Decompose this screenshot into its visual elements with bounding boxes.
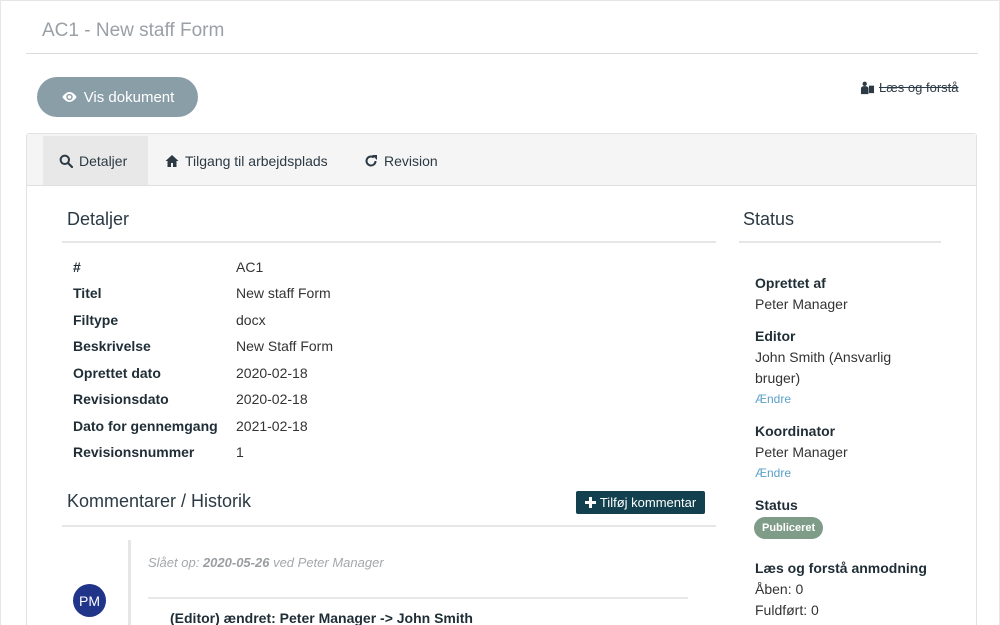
view-document-label: Vis dokument xyxy=(83,88,175,106)
search-icon xyxy=(59,154,73,168)
read-understand-link[interactable]: Læs og forstå xyxy=(860,80,959,95)
page-title: AC1 - New staff Form xyxy=(42,20,225,41)
detail-key: Revisionsnummer xyxy=(73,444,195,460)
detail-key: Revisionsdato xyxy=(73,391,169,407)
tab-revision-label: Revision xyxy=(384,152,438,169)
read-request-label: Læs og forstå anmodning xyxy=(755,560,927,576)
read-request-completed: Fuldført: 0 xyxy=(755,602,819,618)
timeline-line xyxy=(128,540,131,625)
status-divider xyxy=(739,241,941,243)
detail-value: 2020-02-18 xyxy=(236,365,308,381)
avatar: PM xyxy=(73,584,106,617)
add-comment-label: Tilføj kommentar xyxy=(599,495,697,510)
comments-heading: Kommentarer / Historik xyxy=(67,491,252,511)
detail-key: Titel xyxy=(73,285,102,301)
detail-value: New staff Form xyxy=(236,285,331,301)
read-request-open: Åben: 0 xyxy=(755,581,804,597)
comment-meta-suffix: ved Peter Manager xyxy=(273,555,384,570)
detail-value: AC1 xyxy=(236,259,264,275)
tab-workplace-access[interactable]: Tilgang til arbejdsplads xyxy=(149,136,344,185)
created-by-value: Peter Manager xyxy=(755,296,848,312)
editor-label: Editor xyxy=(755,328,796,344)
status-heading: Status xyxy=(743,209,795,229)
read-understand-label: Læs og forstå xyxy=(879,80,959,95)
coordinator-value: Peter Manager xyxy=(755,444,848,460)
editor-change-link[interactable]: Ændre xyxy=(755,392,791,406)
detail-key: Oprettet dato xyxy=(73,365,161,381)
detail-key: # xyxy=(73,259,81,275)
detail-row: Revisionsnummer 1 xyxy=(73,444,244,464)
tab-revision[interactable]: Revision xyxy=(348,136,454,185)
reader-icon xyxy=(860,81,875,94)
details-divider xyxy=(62,241,716,243)
detail-value: 2021-02-18 xyxy=(236,418,308,434)
detail-row: Revisionsdato 2020-02-18 xyxy=(73,391,308,411)
detail-row: Titel New staff Form xyxy=(73,285,331,305)
detail-value: docx xyxy=(236,312,266,328)
comments-divider xyxy=(62,525,716,527)
detail-row: Beskrivelse New Staff Form xyxy=(73,338,333,358)
home-icon xyxy=(165,154,179,167)
view-document-button[interactable]: Vis dokument xyxy=(37,77,198,117)
title-divider xyxy=(26,53,978,54)
detail-value: 1 xyxy=(236,444,244,460)
detail-key: Dato for gennemgang xyxy=(73,418,218,434)
detail-key: Filtype xyxy=(73,312,119,328)
comment-meta-prefix: Slået op: xyxy=(148,555,200,570)
add-comment-button[interactable]: Tilføj kommentar xyxy=(576,491,705,514)
details-heading: Detaljer xyxy=(67,209,130,229)
eye-icon xyxy=(62,92,77,102)
coordinator-label: Koordinator xyxy=(755,423,836,439)
detail-row: # AC1 xyxy=(73,259,263,279)
created-by-label: Oprettet af xyxy=(755,275,826,291)
status-label: Status xyxy=(755,497,798,513)
coordinator-change-link[interactable]: Ændre xyxy=(755,466,791,480)
detail-key: Beskrivelse xyxy=(73,338,151,354)
tab-details[interactable]: Detaljer xyxy=(43,136,148,185)
comment-text: (Editor) ændret: Peter Manager -> John S… xyxy=(170,610,473,625)
detail-row: Oprettet dato 2020-02-18 xyxy=(73,365,308,385)
plus-icon xyxy=(584,497,596,508)
status-badge: Publiceret xyxy=(754,517,824,539)
refresh-icon xyxy=(365,154,377,167)
comment-meta: Slået op: 2020-05-26 ved Peter Manager xyxy=(148,555,384,570)
tab-bar: Detaljer Tilgang til arbejdsplads Revisi… xyxy=(27,134,976,186)
comment-meta-date: 2020-05-26 xyxy=(202,555,270,570)
detail-row: Dato for gennemgang 2021-02-18 xyxy=(73,418,308,438)
tab-details-label: Detaljer xyxy=(79,152,128,169)
detail-value: 2020-02-18 xyxy=(236,391,308,407)
tab-workplace-access-label: Tilgang til arbejdsplads xyxy=(185,152,328,169)
detail-value: New Staff Form xyxy=(236,338,333,354)
detail-row: Filtype docx xyxy=(73,312,266,332)
editor-value: John Smith (Ansvarlig bruger) xyxy=(755,349,892,386)
